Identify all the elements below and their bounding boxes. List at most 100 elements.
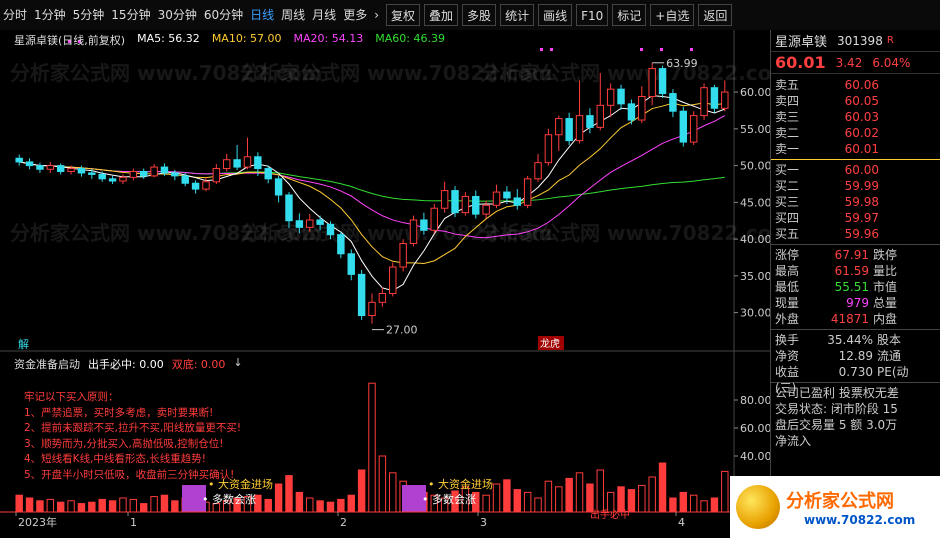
- candle-body[interactable]: [98, 173, 106, 180]
- tool-button-4[interactable]: 画线: [538, 4, 573, 26]
- candle-body[interactable]: [472, 195, 480, 215]
- candle-body[interactable]: [689, 115, 698, 143]
- candle-body[interactable]: [119, 176, 127, 182]
- candle-body[interactable]: [606, 88, 615, 106]
- tool-button-1[interactable]: 叠加: [424, 4, 459, 26]
- candle-body[interactable]: [492, 191, 501, 206]
- tool-button-0[interactable]: 复权: [386, 4, 421, 26]
- candle-body[interactable]: [575, 115, 584, 142]
- candle-body[interactable]: [191, 182, 200, 190]
- period-tab-1[interactable]: 1分钟: [31, 4, 69, 26]
- candle-body[interactable]: [316, 219, 324, 225]
- candle-body[interactable]: [295, 220, 304, 228]
- tool-button-3[interactable]: 统计: [500, 4, 535, 26]
- candle-body[interactable]: [430, 207, 438, 231]
- candle-body[interactable]: [160, 166, 169, 174]
- candle-body[interactable]: [337, 234, 345, 255]
- candle-body[interactable]: [565, 118, 573, 142]
- candle-body[interactable]: [513, 197, 521, 206]
- candle-body[interactable]: [399, 243, 407, 268]
- candle-body[interactable]: [212, 168, 221, 183]
- candle-body[interactable]: [243, 156, 252, 168]
- period-tab-3[interactable]: 15分钟: [108, 4, 153, 26]
- candle-body[interactable]: [223, 159, 231, 170]
- candle-body[interactable]: [710, 87, 719, 109]
- period-tab-2[interactable]: 5分钟: [70, 4, 108, 26]
- candle-body[interactable]: [461, 195, 470, 214]
- candle-body[interactable]: [409, 219, 418, 245]
- info-line: 公司已盈利 投票权无差: [775, 386, 899, 400]
- candle-body[interactable]: [596, 104, 605, 128]
- candle-body[interactable]: [627, 103, 636, 121]
- candle-body[interactable]: [77, 168, 86, 174]
- candle-body[interactable]: [648, 68, 656, 98]
- stock-name: 星源卓镁: [775, 35, 828, 50]
- candle-body[interactable]: [721, 91, 729, 109]
- candle-body[interactable]: [171, 172, 179, 177]
- candle-body[interactable]: [638, 96, 646, 121]
- candle-body[interactable]: [586, 115, 594, 128]
- candle-body[interactable]: [378, 292, 387, 303]
- candle-body[interactable]: [129, 170, 138, 178]
- candle-body[interactable]: [544, 134, 553, 164]
- candle-body[interactable]: [202, 181, 210, 190]
- tool-button-8[interactable]: 返回: [698, 4, 733, 26]
- candle-body[interactable]: [150, 166, 158, 177]
- period-tab-5[interactable]: 60分钟: [201, 4, 246, 26]
- candle-body[interactable]: [306, 219, 314, 228]
- candle-body[interactable]: [36, 165, 44, 170]
- kline-chart[interactable]: 分析家公式网 www.70822.com分析家公式网 www.70822.com…: [0, 30, 770, 352]
- candle-body[interactable]: [658, 68, 667, 95]
- candle-body[interactable]: [46, 165, 55, 170]
- candle-body[interactable]: [108, 178, 117, 182]
- tool-button-7[interactable]: +自选: [650, 4, 695, 26]
- period-tab-8[interactable]: 月线: [309, 4, 339, 26]
- candle-body[interactable]: [617, 88, 625, 105]
- candle-body[interactable]: [233, 159, 241, 168]
- candle-body[interactable]: [679, 110, 688, 143]
- candle-body[interactable]: [274, 178, 283, 196]
- candle-body[interactable]: [326, 223, 335, 236]
- candle-body[interactable]: [139, 170, 148, 177]
- candle-body[interactable]: [389, 266, 397, 294]
- candle-body[interactable]: [15, 157, 23, 163]
- period-tab-7[interactable]: 周线: [278, 4, 308, 26]
- book-price: 59.96: [844, 227, 879, 241]
- candle-body[interactable]: [368, 301, 376, 317]
- volume-bar: [575, 472, 584, 513]
- candle-body[interactable]: [347, 253, 355, 275]
- candle-body[interactable]: [523, 178, 532, 206]
- period-tab-4[interactable]: 30分钟: [155, 4, 200, 26]
- candle-body[interactable]: [482, 204, 490, 215]
- more-arrow-icon[interactable]: ›: [371, 4, 382, 26]
- candle-body[interactable]: [357, 273, 366, 317]
- candle-body[interactable]: [669, 93, 677, 112]
- candle-body[interactable]: [264, 168, 272, 180]
- candle-body[interactable]: [25, 161, 34, 167]
- period-tab-0[interactable]: 分时: [0, 4, 30, 26]
- volume-bar: [721, 470, 729, 513]
- candle-body[interactable]: [503, 191, 511, 199]
- candle-body[interactable]: [555, 118, 563, 136]
- info-line: 盘后交易量 5 额 3.0万: [775, 418, 898, 432]
- candle-body[interactable]: [67, 168, 75, 172]
- candle-body[interactable]: [88, 172, 96, 175]
- candle-body[interactable]: [285, 194, 293, 222]
- volume-bar: [295, 491, 304, 513]
- candle-body[interactable]: [700, 87, 708, 117]
- book-price: 59.97: [844, 211, 879, 225]
- candle-body[interactable]: [440, 190, 449, 209]
- stat2-key2: PE(动: [877, 365, 909, 379]
- candle-body[interactable]: [534, 162, 542, 180]
- period-tab-6[interactable]: 日线: [247, 4, 277, 26]
- chart-area[interactable]: 分析家公式网 www.70822.com 分析家公式网 www.70822.com…: [0, 30, 770, 538]
- tool-button-5[interactable]: F10: [576, 4, 609, 26]
- candle-body[interactable]: [181, 175, 189, 184]
- period-tab-9[interactable]: 更多: [340, 4, 370, 26]
- candle-body[interactable]: [56, 165, 65, 172]
- tool-button-6[interactable]: 标记: [612, 4, 647, 26]
- candle-body[interactable]: [254, 156, 262, 170]
- candle-body[interactable]: [451, 190, 459, 214]
- tool-button-2[interactable]: 多股: [462, 4, 497, 26]
- candle-body[interactable]: [420, 219, 428, 231]
